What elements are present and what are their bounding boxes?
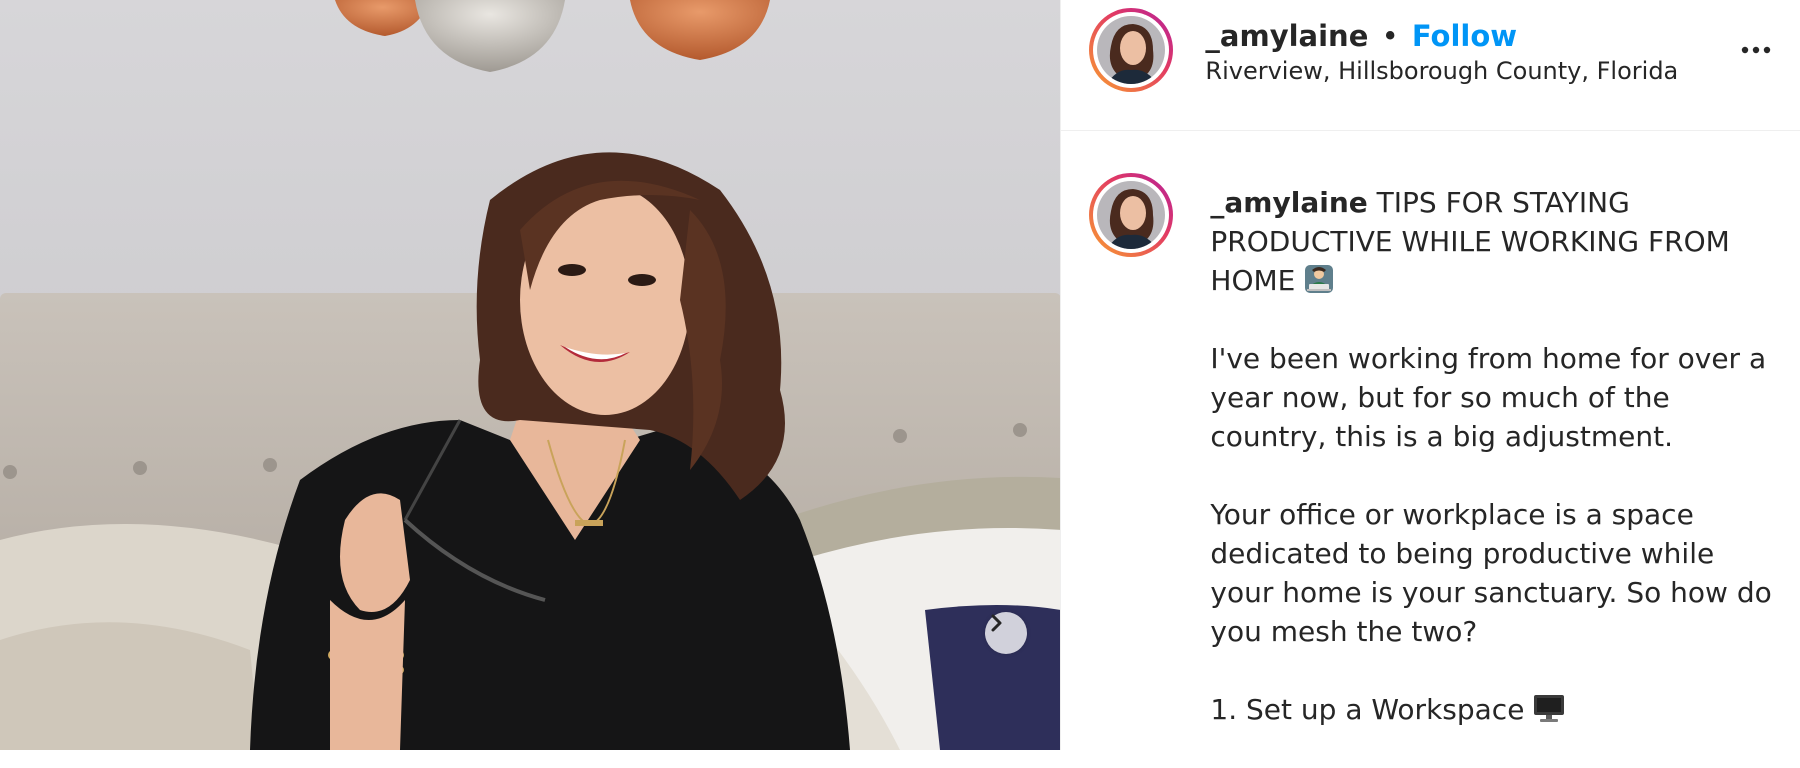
desktop-computer-emoji	[1534, 695, 1565, 722]
instagram-post: _amylaine • Follow Riverview, Hillsborou…	[0, 0, 1800, 750]
caption-list-item-1-text: 1. Set up a Workspace	[1210, 693, 1525, 726]
photo-illustration	[0, 0, 1061, 750]
post-photo[interactable]	[0, 0, 1061, 750]
avatar-photo	[1097, 181, 1166, 249]
caption-paragraph-2: Your office or workplace is a space dedi…	[1210, 498, 1772, 648]
separator-dot: •	[1381, 19, 1399, 53]
more-options-button[interactable]	[1734, 28, 1778, 72]
post-caption: _amylaine TIPS FOR STAYING PRODUCTIVE WH…	[1210, 183, 1780, 768]
post-side-panel: _amylaine • Follow Riverview, Hillsborou…	[1060, 0, 1800, 750]
person-at-laptop-emoji	[1305, 265, 1334, 293]
avatar-photo	[1097, 16, 1166, 84]
avatar[interactable]	[1089, 8, 1174, 92]
header-username-row: _amylaine • Follow	[1205, 14, 1517, 58]
caption-paragraph-1: I've been working from home for over a y…	[1210, 342, 1767, 453]
username-link[interactable]: _amylaine	[1205, 19, 1368, 53]
chevron-right-icon	[991, 614, 1002, 632]
location-link[interactable]: Riverview, Hillsborough County, Florida	[1205, 54, 1678, 88]
follow-button[interactable]: Follow	[1412, 19, 1517, 53]
more-horizontal-icon	[1742, 46, 1771, 54]
next-photo-button[interactable]	[985, 612, 1027, 654]
caption-list-item-1: 1. Set up a Workspace	[1210, 690, 1780, 729]
caption-username-link[interactable]: _amylaine	[1210, 186, 1367, 219]
caption-avatar[interactable]	[1089, 173, 1174, 257]
post-header: _amylaine • Follow Riverview, Hillsborou…	[1061, 0, 1800, 131]
caption-title-paragraph: _amylaine TIPS FOR STAYING PRODUCTIVE WH…	[1210, 183, 1780, 300]
